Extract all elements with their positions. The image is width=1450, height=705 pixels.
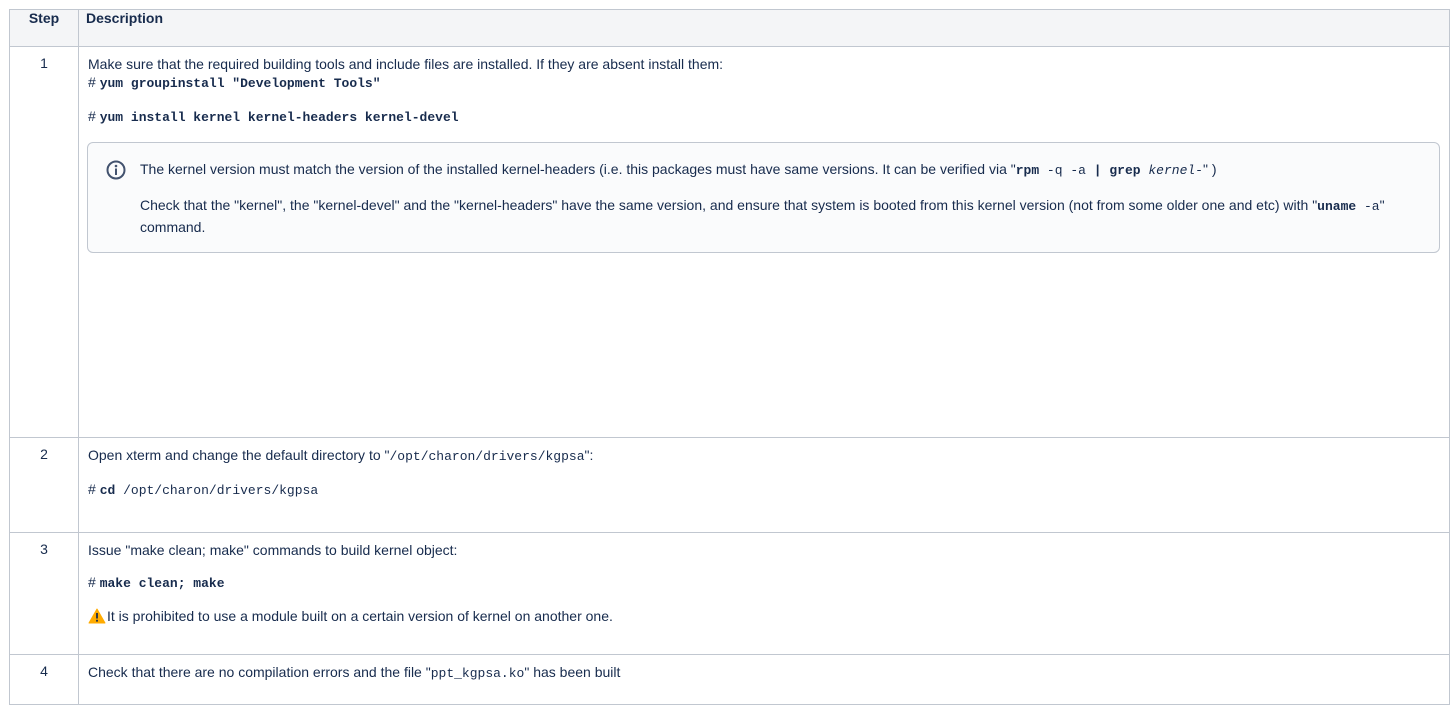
command-line: # make clean; make	[88, 573, 1440, 593]
inline-args: kernel-	[1140, 163, 1203, 178]
prompt: #	[88, 574, 96, 590]
table-row: 3 Issue "make clean; make" commands to b…	[9, 532, 1450, 655]
info-text-1: The kernel version must match the versio…	[140, 159, 1423, 181]
prompt: #	[88, 481, 96, 497]
inline-args: -a	[1356, 199, 1380, 214]
table-row: 4 Check that there are no compilation er…	[9, 654, 1450, 705]
step-number: 1	[9, 46, 79, 438]
info-text: " )	[1202, 161, 1217, 177]
intro-text: " has been built	[524, 664, 621, 680]
inline-command: rpm	[1015, 163, 1040, 178]
command: yum groupinstall "Development Tools"	[99, 76, 381, 91]
info-text: The kernel version must match the versio…	[140, 161, 1016, 177]
info-text: Check that the "kernel", the "kernel-dev…	[140, 197, 1318, 213]
step-description: Issue "make clean; make" commands to bui…	[78, 532, 1450, 655]
inline-command: uname	[1317, 199, 1357, 214]
intro-text: Open xterm and change the default direct…	[88, 447, 390, 463]
step-description: Make sure that the required building too…	[78, 46, 1450, 438]
step-intro: Issue "make clean; make" commands to bui…	[88, 542, 458, 558]
warning-line: It is prohibited to use a module built o…	[88, 607, 1440, 625]
inline-path: /opt/charon/drivers/kgpsa	[389, 449, 585, 464]
step-number: 4	[9, 654, 79, 705]
step-number: 2	[9, 437, 79, 533]
prompt: #	[88, 74, 96, 90]
table-row: 1 Make sure that the required building t…	[9, 46, 1450, 438]
info-panel: The kernel version must match the versio…	[87, 142, 1440, 253]
prompt: #	[88, 108, 96, 124]
intro-text: Check that there are no compilation erro…	[88, 664, 431, 680]
inline-command: grep	[1101, 163, 1141, 178]
command: cd	[99, 483, 116, 498]
warning-text: It is prohibited to use a module built o…	[107, 608, 613, 624]
header-row: Step Description	[9, 9, 1450, 47]
command-line: # cd /opt/charon/drivers/kgpsa	[88, 480, 1440, 500]
inline-args: -q -a	[1039, 163, 1094, 178]
step-description: Open xterm and change the default direct…	[78, 437, 1450, 533]
intro-text: ":	[584, 447, 594, 463]
header-description[interactable]: Description	[78, 9, 1450, 47]
inline-pipe: |	[1093, 163, 1102, 178]
step-intro: Check that there are no compilation erro…	[88, 663, 1440, 683]
step-intro: Make sure that the required building too…	[88, 56, 724, 72]
command: yum install kernel kernel-headers kernel…	[99, 110, 459, 125]
warning-icon	[88, 608, 106, 624]
steps-table: Step Description 1 Make sure that the re…	[9, 9, 1450, 705]
command: make clean; make	[99, 576, 225, 591]
step-intro: Open xterm and change the default direct…	[88, 446, 1440, 466]
info-icon	[106, 160, 126, 180]
command-line: # yum install kernel kernel-headers kern…	[88, 107, 1440, 127]
command-line: # yum groupinstall "Development Tools"	[88, 73, 1440, 93]
command-arg: /opt/charon/drivers/kgpsa	[115, 483, 319, 498]
step-number: 3	[9, 532, 79, 655]
table-row: 2 Open xterm and change the default dire…	[9, 437, 1450, 533]
header-step[interactable]: Step	[9, 9, 79, 47]
info-text-2: Check that the "kernel", the "kernel-dev…	[140, 195, 1423, 237]
step-description: Check that there are no compilation erro…	[78, 654, 1450, 705]
